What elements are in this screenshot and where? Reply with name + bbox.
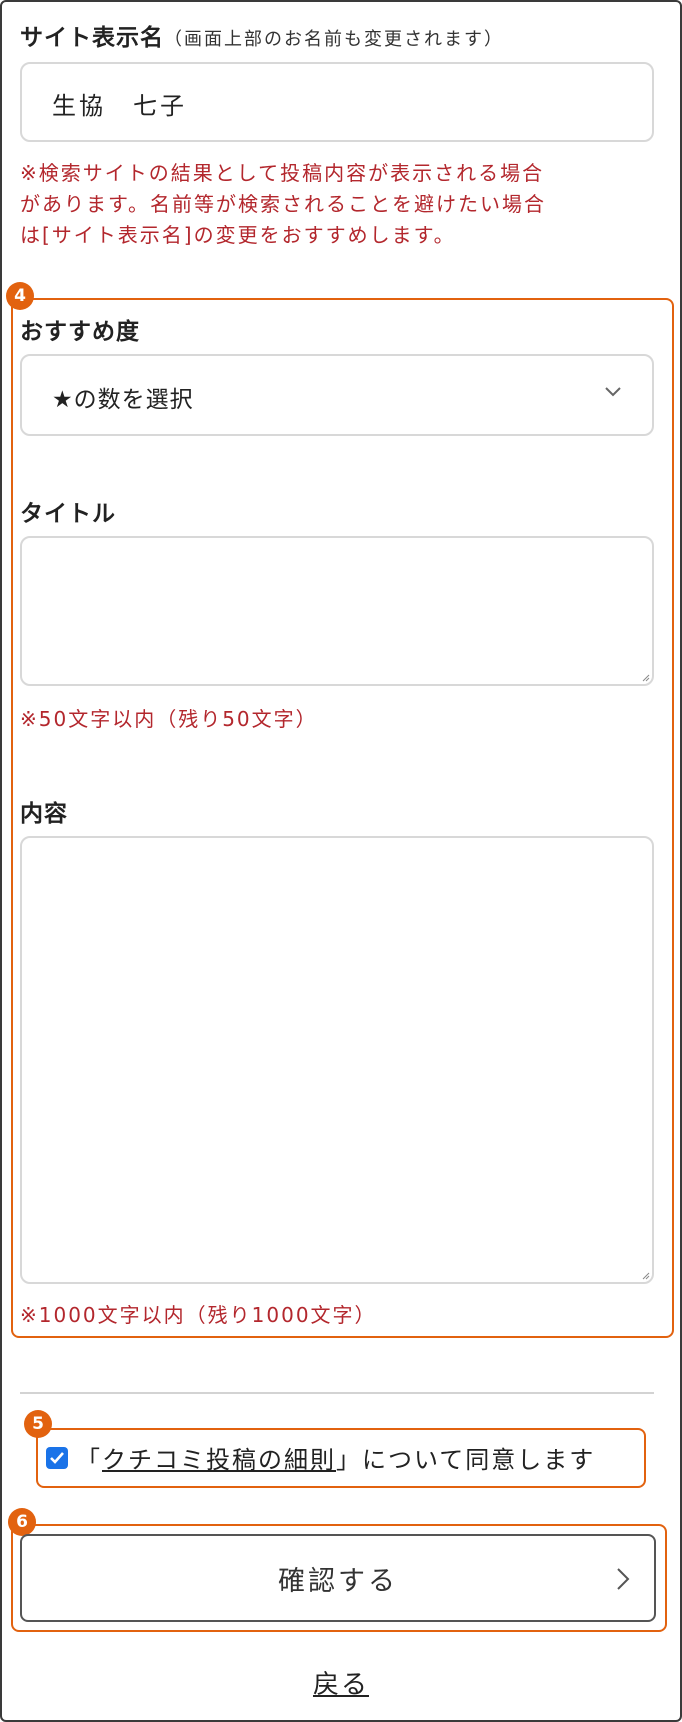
agree-text: 「クチコミ投稿の細則」について同意します bbox=[76, 1440, 595, 1475]
site-name-warning: ※検索サイトの結果として投稿内容が表示される場合 があります。名前等が検索される… bbox=[20, 158, 546, 251]
chevron-right-icon bbox=[617, 1568, 630, 1590]
agree-open-bracket: 「 bbox=[76, 1446, 102, 1474]
rules-link[interactable]: クチコミ投稿の細則 bbox=[102, 1446, 336, 1474]
check-icon bbox=[50, 1451, 64, 1464]
site-name-label-text: サイト表示名 bbox=[20, 25, 164, 51]
resize-grip-icon[interactable] bbox=[640, 1270, 650, 1280]
content-textarea[interactable] bbox=[20, 836, 654, 1284]
agree-suffix: について同意します bbox=[362, 1446, 596, 1474]
warning-line: ※検索サイトの結果として投稿内容が表示される場合 bbox=[20, 161, 545, 185]
title-input[interactable] bbox=[20, 536, 654, 686]
badge-5: 5 bbox=[24, 1410, 52, 1438]
rating-select-value: ★の数を選択 bbox=[52, 387, 194, 413]
content-label: 内容 bbox=[20, 801, 68, 827]
confirm-button-label: 確認する bbox=[278, 1565, 398, 1597]
agree-close-bracket: 」 bbox=[336, 1446, 362, 1474]
site-name-value: 生協 七子 bbox=[52, 92, 187, 120]
chevron-down-icon bbox=[605, 387, 621, 397]
rating-label: おすすめ度 bbox=[20, 319, 140, 345]
agree-checkbox[interactable] bbox=[46, 1446, 68, 1469]
content-limit-note: ※1000文字以内（残り1000文字） bbox=[20, 1303, 377, 1327]
site-name-input[interactable]: 生協 七子 bbox=[20, 62, 654, 142]
resize-grip-icon[interactable] bbox=[640, 672, 650, 682]
back-link-container: 戻る bbox=[0, 1664, 682, 1701]
warning-line: は[サイト表示名]の変更をおすすめします。 bbox=[20, 223, 456, 247]
confirm-button[interactable]: 確認する bbox=[20, 1534, 656, 1622]
badge-4: 4 bbox=[6, 282, 34, 310]
title-limit-note: ※50文字以内（残り50文字） bbox=[20, 707, 318, 731]
title-label: タイトル bbox=[20, 501, 116, 527]
site-name-label-note: （画面上部のお名前も変更されます） bbox=[164, 29, 504, 50]
warning-line: があります。名前等が検索されることを避けたい場合 bbox=[20, 192, 546, 216]
back-link[interactable]: 戻る bbox=[313, 1670, 369, 1700]
section-divider bbox=[20, 1392, 654, 1394]
site-name-label: サイト表示名（画面上部のお名前も変更されます） bbox=[20, 18, 504, 52]
agree-row: 「クチコミ投稿の細則」について同意します bbox=[46, 1440, 595, 1475]
badge-6: 6 bbox=[8, 1508, 36, 1536]
rating-select[interactable]: ★の数を選択 bbox=[20, 354, 654, 436]
